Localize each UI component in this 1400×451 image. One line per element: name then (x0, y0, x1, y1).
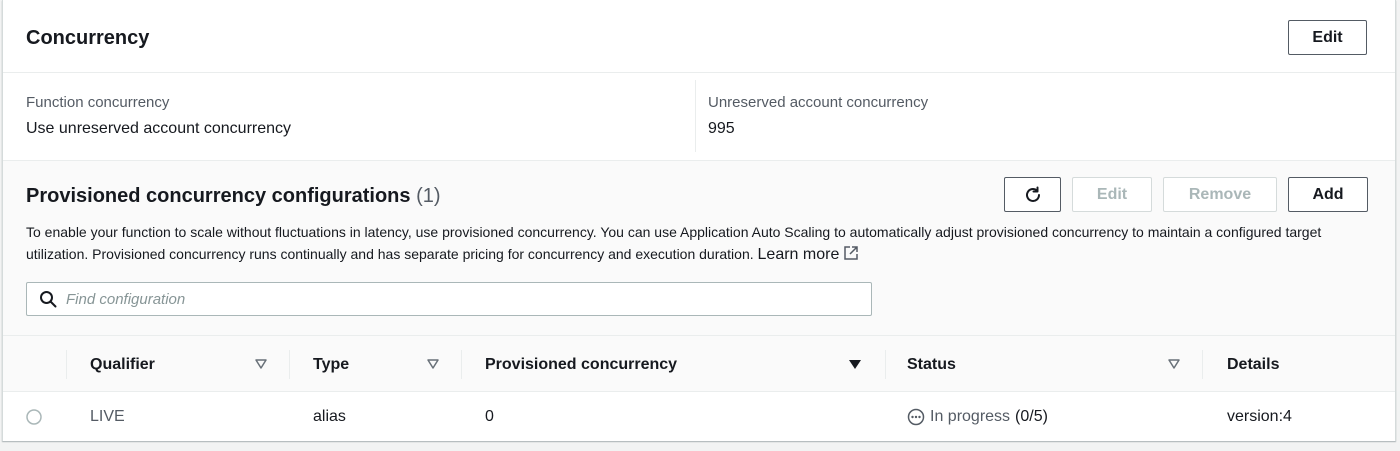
col-divider (66, 350, 67, 379)
description-text: To enable your function to scale without… (26, 224, 1322, 262)
table-row[interactable]: LIVE alias 0 In progress (0/5) version:4 (3, 392, 1395, 441)
col-details[interactable]: Details (1227, 336, 1279, 393)
panel-title: Concurrency (26, 27, 150, 49)
cell-provisioned: 0 (485, 407, 494, 425)
provisioned-description: To enable your function to scale without… (26, 221, 1371, 266)
unreserved-concurrency-label: Unreserved account concurrency (708, 94, 929, 111)
provisioned-title-text: Provisioned concurrency configurations (26, 185, 411, 207)
add-button[interactable]: Add (1288, 177, 1368, 212)
provisioned-section: Provisioned concurrency configurations (… (3, 160, 1395, 441)
unreserved-concurrency: Unreserved account concurrency 995 (708, 73, 928, 160)
col-provisioned[interactable]: Provisioned concurrency (485, 336, 677, 393)
concurrency-edit-button[interactable]: Edit (1288, 20, 1367, 55)
sort-icon[interactable] (426, 357, 440, 371)
search-placeholder: Find configuration (66, 291, 186, 308)
search-input[interactable]: Find configuration (26, 282, 872, 316)
function-concurrency-value: Use unreserved account concurrency (26, 120, 292, 137)
sort-icon[interactable] (1167, 357, 1181, 371)
function-concurrency-label: Function concurrency (26, 94, 170, 111)
external-link-icon (844, 246, 858, 260)
col-divider (461, 350, 462, 379)
col-divider (885, 350, 886, 379)
col-divider (1202, 350, 1203, 379)
sort-active-icon[interactable] (848, 357, 862, 371)
learn-more-link[interactable]: Learn more (758, 246, 840, 263)
cell-qualifier: LIVE (90, 407, 125, 425)
cell-type: alias (313, 407, 346, 425)
function-concurrency: Function concurrency Use unreserved acco… (26, 73, 291, 160)
sort-icon[interactable] (254, 357, 268, 371)
remove-button[interactable]: Remove (1163, 177, 1277, 212)
row-radio[interactable] (26, 392, 42, 441)
radio-icon (26, 408, 42, 425)
col-divider (289, 350, 290, 379)
search-icon (40, 291, 57, 308)
col-type[interactable]: Type (313, 336, 349, 393)
unreserved-concurrency-value: 995 (708, 120, 735, 137)
provisioned-count: (1) (416, 185, 441, 207)
refresh-button[interactable] (1004, 177, 1061, 212)
concurrency-panel: Concurrency Edit Function concurrency Us… (2, 0, 1396, 441)
in-progress-icon (907, 408, 925, 425)
status-count: (0/5) (1015, 407, 1048, 425)
col-qualifier[interactable]: Qualifier (90, 336, 155, 393)
provisioned-edit-button[interactable]: Edit (1072, 177, 1152, 212)
status-text: In progress (930, 407, 1011, 425)
refresh-icon (1025, 186, 1040, 202)
col-status[interactable]: Status (907, 336, 956, 393)
panel-header: Concurrency Edit (3, 0, 1395, 73)
column-divider (695, 80, 696, 152)
cell-status: In progress (0/5) (907, 392, 1048, 441)
provisioned-title: Provisioned concurrency configurations (… (26, 185, 441, 208)
cell-details: version:4 (1227, 407, 1292, 425)
table-header: Qualifier Type Provisioned concurrency S… (3, 335, 1395, 392)
